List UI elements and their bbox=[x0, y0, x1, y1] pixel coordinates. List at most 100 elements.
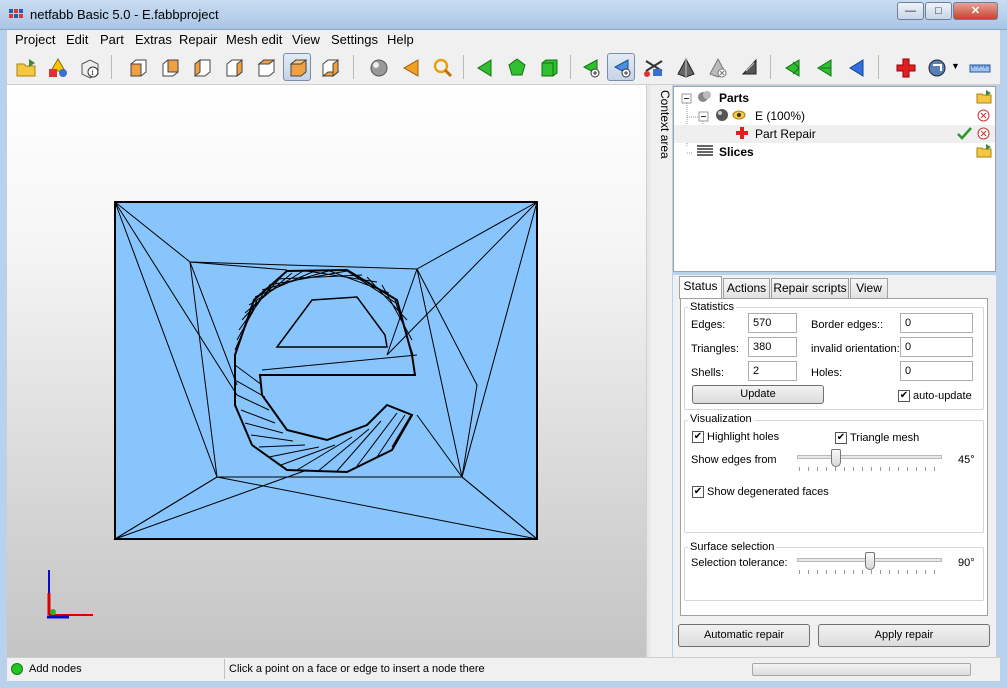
orange-triangle-icon bbox=[402, 59, 419, 77]
window-title: netfabb Basic 5.0 - E.fabbproject bbox=[30, 7, 219, 22]
context-area-label: Context area bbox=[658, 90, 672, 159]
tree-item-parts[interactable]: Parts bbox=[674, 89, 995, 107]
cube-left-icon bbox=[194, 58, 211, 78]
visibility-eye-icon[interactable] bbox=[732, 108, 746, 122]
tree-item-slices[interactable]: Slices bbox=[674, 143, 995, 161]
view-left-button[interactable] bbox=[187, 53, 215, 81]
show-degenerated-checkbox[interactable]: ✔ bbox=[692, 486, 704, 498]
select-triangle-button[interactable] bbox=[470, 53, 498, 81]
view-front-button[interactable] bbox=[123, 53, 151, 81]
select-shell-button[interactable] bbox=[534, 53, 562, 81]
auto-update-label: auto-update bbox=[913, 390, 972, 402]
red-cross-icon bbox=[896, 58, 916, 78]
part-info-button[interactable]: i bbox=[75, 53, 103, 81]
triangle-mesh-label: Triangle mesh bbox=[850, 432, 920, 444]
add-nodes-button[interactable] bbox=[607, 53, 635, 81]
tab-actions[interactable]: Actions bbox=[723, 278, 770, 298]
cut-button[interactable] bbox=[639, 53, 667, 81]
selection-tolerance-slider-thumb[interactable] bbox=[864, 552, 875, 570]
apply-repair-button[interactable]: Apply repair bbox=[818, 624, 990, 647]
edges-label: Edges: bbox=[691, 319, 726, 331]
folder-open-icon[interactable] bbox=[976, 144, 992, 158]
checkmark-icon[interactable] bbox=[957, 127, 972, 140]
green-triangle-icon bbox=[477, 59, 492, 77]
automatic-repair-button[interactable]: Automatic repair bbox=[678, 624, 810, 647]
menu-extras[interactable]: Extras bbox=[135, 32, 172, 47]
minimize-button[interactable]: — bbox=[897, 2, 924, 20]
open-folder-icon bbox=[16, 59, 36, 77]
show-edges-label: Show edges from bbox=[691, 454, 777, 466]
select-surface-button[interactable] bbox=[502, 53, 530, 81]
green-flip-icon bbox=[785, 59, 800, 77]
green-flip-surface-icon bbox=[817, 59, 832, 77]
view-top-button[interactable] bbox=[251, 53, 279, 81]
tab-repair-scripts[interactable]: Repair scripts bbox=[771, 278, 849, 298]
mesh-tool-button[interactable] bbox=[735, 53, 763, 81]
zoom-button[interactable] bbox=[428, 53, 456, 81]
maximize-button[interactable]: □ bbox=[925, 2, 952, 20]
triangles-field: 380 bbox=[748, 337, 797, 357]
menu-repair[interactable]: Repair bbox=[179, 32, 217, 47]
menu-help[interactable]: Help bbox=[387, 32, 414, 47]
triangle-mesh-button[interactable] bbox=[671, 53, 699, 81]
add-triangle-button[interactable] bbox=[576, 53, 604, 81]
add-part-button[interactable] bbox=[43, 53, 71, 81]
menu-edit[interactable]: Edit bbox=[66, 32, 88, 47]
flip-shell-button[interactable] bbox=[842, 53, 870, 81]
selection-tolerance-label: Selection tolerance: bbox=[691, 557, 788, 569]
folder-open-icon[interactable] bbox=[976, 90, 992, 104]
tab-view[interactable]: View bbox=[850, 278, 888, 298]
ruler-button[interactable] bbox=[965, 53, 993, 81]
view-right-button[interactable] bbox=[219, 53, 247, 81]
highlight-holes-checkbox[interactable]: ✔ bbox=[692, 431, 704, 443]
update-button[interactable]: Update bbox=[692, 385, 824, 404]
invalid-orientation-field: 0 bbox=[900, 337, 973, 357]
tab-status[interactable]: Status bbox=[679, 276, 722, 299]
menu-settings[interactable]: Settings bbox=[331, 32, 378, 47]
remove-part-icon[interactable] bbox=[977, 109, 990, 122]
status-mode: Add nodes bbox=[29, 663, 82, 675]
previous-view-button[interactable] bbox=[396, 53, 424, 81]
menu-view[interactable]: View bbox=[292, 32, 320, 47]
auto-update-checkbox[interactable]: ✔ bbox=[898, 390, 910, 402]
highlight-holes-label: Highlight holes bbox=[707, 431, 780, 443]
repair-button[interactable] bbox=[891, 53, 919, 81]
show-edges-value: 45° bbox=[958, 454, 975, 466]
flip-surface-button[interactable] bbox=[810, 53, 838, 81]
tree-item-part-repair[interactable]: Part Repair bbox=[674, 125, 995, 143]
surface-selection-title: Surface selection bbox=[688, 541, 777, 553]
sphere-icon bbox=[370, 59, 388, 77]
open-project-button[interactable] bbox=[11, 53, 39, 81]
close-button[interactable]: ✕ bbox=[953, 2, 998, 20]
mesh-pyramid-icon bbox=[677, 57, 695, 78]
progress-bar bbox=[752, 663, 971, 676]
view-iso-button[interactable] bbox=[283, 53, 311, 81]
measure-dropdown-button[interactable]: ▼ bbox=[923, 53, 960, 81]
menu-project[interactable]: Project bbox=[15, 32, 55, 47]
status-bar: Add nodes Click a point on a face or edg… bbox=[7, 657, 1000, 681]
toolbar: i ▼ bbox=[7, 50, 1000, 85]
flip-triangle-button[interactable] bbox=[778, 53, 806, 81]
edges-field: 570 bbox=[748, 313, 797, 333]
shading-button[interactable] bbox=[364, 53, 392, 81]
cancel-repair-icon[interactable] bbox=[977, 127, 990, 140]
menu-mesh-edit[interactable]: Mesh edit bbox=[226, 32, 282, 47]
3d-viewport[interactable] bbox=[7, 85, 646, 657]
project-tree: Parts E (100%) Part Repair Slices bbox=[673, 86, 996, 272]
cube-iso-icon bbox=[289, 59, 308, 77]
green-box-icon bbox=[541, 59, 558, 77]
remove-triangle-button[interactable] bbox=[703, 53, 731, 81]
tree-item-part-e[interactable]: E (100%) bbox=[674, 107, 995, 125]
statistics-title: Statistics bbox=[688, 301, 737, 313]
holes-label: Holes: bbox=[811, 367, 843, 379]
shapes-icon bbox=[49, 58, 67, 77]
parts-label: Parts bbox=[719, 91, 750, 105]
view-bottom-button[interactable] bbox=[315, 53, 343, 81]
view-back-button[interactable] bbox=[155, 53, 183, 81]
show-edges-slider-thumb[interactable] bbox=[830, 449, 841, 467]
context-area-strip[interactable] bbox=[651, 85, 672, 657]
menu-part[interactable]: Part bbox=[100, 32, 124, 47]
selection-tolerance-slider-ticks bbox=[799, 570, 941, 574]
triangle-mesh-checkbox[interactable]: ✔ bbox=[835, 432, 847, 444]
repair-cross-icon bbox=[736, 127, 748, 139]
